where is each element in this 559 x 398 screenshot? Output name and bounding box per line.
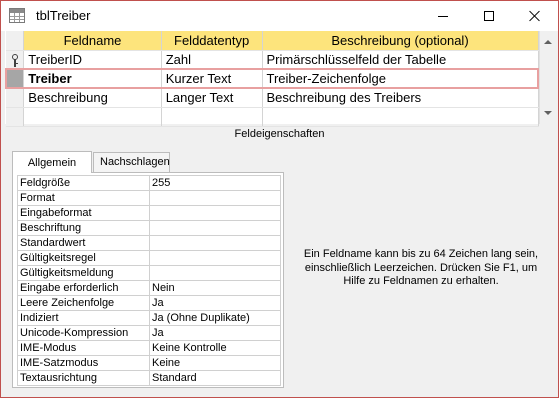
property-value[interactable]: [149, 235, 281, 251]
vertical-scrollbar[interactable]: [539, 31, 556, 124]
property-label: Textausrichtung: [17, 370, 150, 386]
property-label: IME-Modus: [17, 340, 150, 356]
property-label: Eingabeformat: [17, 205, 150, 221]
field-type-cell[interactable]: Zahl: [161, 50, 263, 70]
property-value[interactable]: Ja: [149, 295, 281, 311]
property-row[interactable]: Eingabe erforderlich Nein: [17, 280, 281, 296]
close-button[interactable]: [512, 1, 558, 31]
property-label: Format: [17, 190, 150, 206]
field-name-cell[interactable]: Beschreibung: [23, 88, 162, 108]
property-row[interactable]: Gültigkeitsmeldung: [17, 265, 281, 281]
row-selector[interactable]: [6, 50, 25, 70]
field-description-cell[interactable]: [262, 107, 539, 127]
window-title: tblTreiber: [36, 8, 91, 23]
maximize-button[interactable]: [466, 1, 512, 31]
property-value[interactable]: Keine: [149, 355, 281, 371]
field-grid: Feldname Felddatentyp Beschreibung (opti…: [5, 31, 539, 127]
maximize-icon: [484, 11, 494, 21]
primary-key-icon: [10, 53, 19, 67]
table-row[interactable]: Beschreibung Langer Text Beschreibung de…: [6, 88, 539, 108]
property-value[interactable]: Ja: [149, 325, 281, 341]
column-header-fieldname[interactable]: Feldname: [23, 31, 162, 51]
field-description-cell[interactable]: Beschreibung des Treibers: [262, 88, 539, 108]
field-name-cell[interactable]: TreiberID: [23, 50, 162, 70]
table-design-window: tblTreiber Feldname Felddatentyp Beschre…: [0, 0, 559, 398]
field-name-cell[interactable]: Treiber: [23, 68, 162, 89]
table-row-empty[interactable]: [6, 107, 539, 127]
grid-header-row: Feldname Felddatentyp Beschreibung (opti…: [6, 31, 539, 51]
close-icon: [529, 10, 541, 22]
row-selector[interactable]: [6, 107, 25, 127]
tab-allgemein[interactable]: Allgemein: [12, 151, 92, 173]
row-selector[interactable]: [5, 68, 25, 89]
title-bar[interactable]: tblTreiber: [1, 1, 558, 31]
property-value[interactable]: [149, 250, 281, 266]
property-row[interactable]: Standardwert: [17, 235, 281, 251]
property-row[interactable]: Gültigkeitsregel: [17, 250, 281, 266]
field-description-cell[interactable]: Treiber-Zeichenfolge: [262, 68, 539, 89]
property-row[interactable]: Eingabeformat: [17, 205, 281, 221]
scroll-up-icon[interactable]: [544, 40, 552, 44]
property-row[interactable]: IME-Satzmodus Keine: [17, 355, 281, 371]
property-row[interactable]: IME-Modus Keine Kontrolle: [17, 340, 281, 356]
property-label: Leere Zeichenfolge: [17, 295, 150, 311]
property-row[interactable]: Unicode-Kompression Ja: [17, 325, 281, 341]
field-type-cell[interactable]: Kurzer Text: [161, 68, 263, 89]
table-row-selected[interactable]: Treiber Kurzer Text Treiber-Zeichenfolge: [5, 68, 539, 89]
minimize-icon: [438, 15, 448, 17]
property-label: Eingabe erforderlich: [17, 280, 150, 296]
field-description-cell[interactable]: Primärschlüsselfeld der Tabelle: [262, 50, 539, 70]
property-value[interactable]: Standard: [149, 370, 281, 386]
scroll-down-icon[interactable]: [544, 111, 552, 115]
column-header-description[interactable]: Beschreibung (optional): [262, 31, 539, 51]
property-label: Feldgröße: [17, 175, 150, 191]
corner-cell[interactable]: [6, 31, 25, 51]
minimize-button[interactable]: [420, 1, 466, 31]
property-value[interactable]: [149, 220, 281, 236]
property-value[interactable]: [149, 205, 281, 221]
table-icon: [9, 8, 25, 23]
property-label: Gültigkeitsregel: [17, 250, 150, 266]
property-label: Unicode-Kompression: [17, 325, 150, 341]
column-header-datatype[interactable]: Felddatentyp: [161, 31, 263, 51]
section-title: Feldeigenschaften: [234, 128, 325, 140]
field-type-cell[interactable]: Langer Text: [161, 88, 263, 108]
property-value[interactable]: Nein: [149, 280, 281, 296]
property-row[interactable]: Textausrichtung Standard: [17, 370, 281, 386]
property-label: Beschriftung: [17, 220, 150, 236]
property-value[interactable]: Keine Kontrolle: [149, 340, 281, 356]
property-value[interactable]: 255: [149, 175, 281, 191]
property-value[interactable]: Ja (Ohne Duplikate): [149, 310, 281, 326]
property-label: Standardwert: [17, 235, 150, 251]
field-name-cell[interactable]: [23, 107, 162, 127]
table-row[interactable]: TreiberID Zahl Primärschlüsselfeld der T…: [6, 50, 539, 70]
row-selector[interactable]: [6, 88, 25, 108]
property-row[interactable]: Leere Zeichenfolge Ja: [17, 295, 281, 311]
tab-nachschlagen[interactable]: Nachschlagen: [93, 152, 170, 172]
field-type-cell[interactable]: [161, 107, 263, 127]
property-label: Indiziert: [17, 310, 150, 326]
property-value[interactable]: [149, 190, 281, 206]
property-row[interactable]: Format: [17, 190, 281, 206]
property-row[interactable]: Beschriftung: [17, 220, 281, 236]
help-text: Ein Feldname kann bis zu 64 Zeichen lang…: [303, 248, 539, 287]
property-value[interactable]: [149, 265, 281, 281]
field-properties-panel: Feldgröße 255 Format Eingabeformat Beschr…: [12, 172, 284, 388]
property-row[interactable]: Indiziert Ja (Ohne Duplikate): [17, 310, 281, 326]
property-label: IME-Satzmodus: [17, 355, 150, 371]
property-row[interactable]: Feldgröße 255: [17, 175, 281, 191]
property-label: Gültigkeitsmeldung: [17, 265, 150, 281]
